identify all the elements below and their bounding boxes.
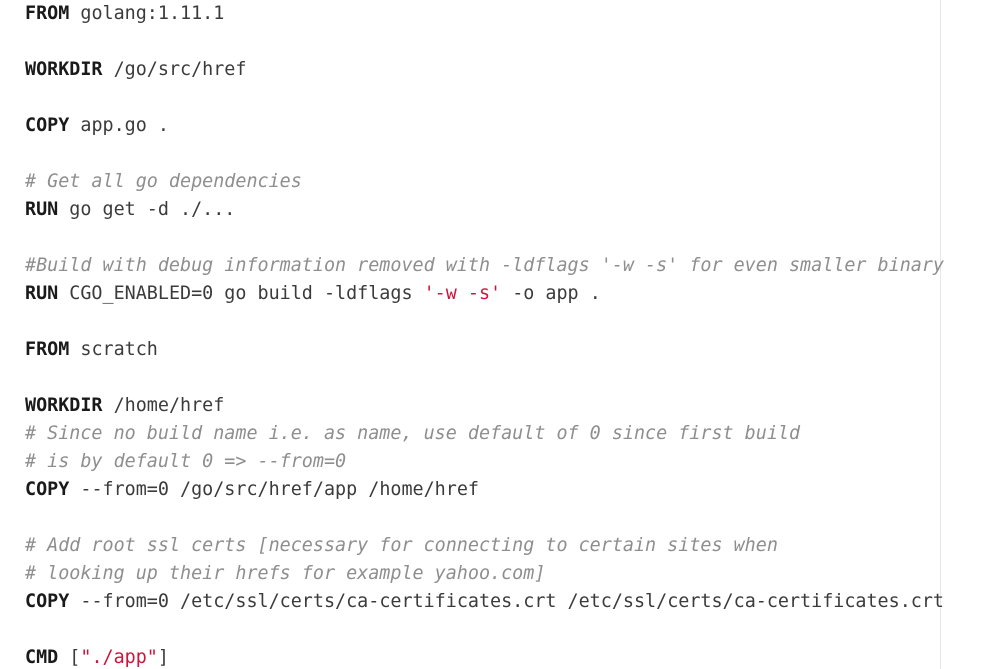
comment-line: # Add root ssl certs [necessary for conn… (25, 532, 944, 560)
code-comment: # Since no build name i.e. as name, use … (25, 423, 801, 444)
code-line: RUN go get -d ./... (25, 196, 944, 224)
comment-line: # looking up their hrefs for example yah… (25, 560, 944, 588)
code-text: app.go . (69, 115, 169, 136)
keyword-workdir: WORKDIR (25, 395, 103, 416)
comment-line: # is by default 0 => --from=0 (25, 448, 944, 476)
code-comment: # Add root ssl certs [necessary for conn… (25, 535, 778, 556)
code-line: CMD ["./app"] (25, 644, 944, 669)
comment-line: # Since no build name i.e. as name, use … (25, 420, 944, 448)
keyword-run: RUN (25, 283, 59, 304)
code-text: go get -d ./... (58, 199, 236, 220)
code-text: --from=0 /go/src/href/app /home/href (69, 479, 479, 500)
code-line: RUN CGO_ENABLED=0 go build -ldflags '-w … (25, 280, 944, 308)
code-line: COPY --from=0 /etc/ssl/certs/ca-certific… (25, 588, 944, 616)
keyword-workdir: WORKDIR (25, 59, 103, 80)
code-editor[interactable]: FROM golang:1.11.1 WORKDIR /go/src/href CO… (0, 0, 981, 669)
code-text: [ (58, 647, 81, 668)
code-text: CGO_ENABLED=0 go build -ldflags (58, 283, 424, 304)
code-comment: # looking up their hrefs for example yah… (25, 563, 546, 584)
code-text: scratch (69, 339, 158, 360)
keyword-run: RUN (25, 199, 59, 220)
code-text: golang:1.11.1 (69, 3, 225, 24)
code-line: WORKDIR /go/src/href (25, 56, 944, 84)
code-text: --from=0 /etc/ssl/certs/ca-certificates.… (69, 591, 944, 612)
keyword-cmd: CMD (25, 647, 59, 668)
keyword-from: FROM (25, 339, 70, 360)
code-comment: # Get all go dependencies (25, 171, 302, 192)
code-comment: #Build with debug information removed wi… (25, 255, 944, 276)
keyword-copy: COPY (25, 479, 70, 500)
string-literal: "./app" (80, 647, 158, 668)
code-text: ] (157, 647, 169, 668)
dockerfile-code[interactable]: FROM golang:1.11.1 WORKDIR /go/src/href CO… (25, 0, 944, 669)
code-comment: # is by default 0 => --from=0 (25, 451, 347, 472)
code-line: COPY app.go . (25, 112, 944, 140)
string-literal: '-w -s' (423, 283, 502, 304)
comment-line: # Get all go dependencies (25, 168, 944, 196)
code-line: WORKDIR /home/href (25, 392, 944, 420)
keyword-from: FROM (25, 3, 70, 24)
code-text: -o app . (501, 283, 601, 304)
code-line: FROM golang:1.11.1 (25, 0, 944, 28)
keyword-copy: COPY (25, 115, 70, 136)
keyword-copy: COPY (25, 591, 70, 612)
code-text: /go/src/href (102, 59, 247, 80)
comment-line: #Build with debug information removed wi… (25, 252, 944, 280)
code-line: FROM scratch (25, 336, 944, 364)
code-line: COPY --from=0 /go/src/href/app /home/hre… (25, 476, 944, 504)
code-text: /home/href (102, 395, 225, 416)
